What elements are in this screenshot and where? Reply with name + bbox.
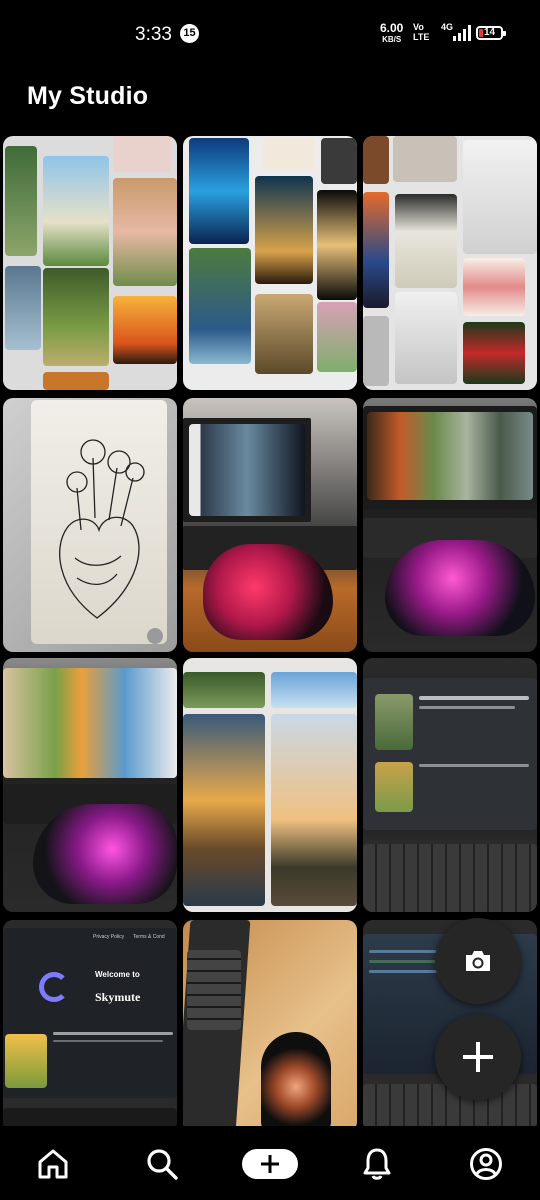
- tile-menu-terms: Terms & Cond: [133, 934, 165, 940]
- status-bar: 3:33 15 6.00 KB/S Vo LTE 4G 14: [0, 0, 540, 70]
- pin-tile[interactable]: [363, 398, 537, 652]
- plus-icon: [463, 1042, 493, 1072]
- pin-tile[interactable]: [3, 658, 177, 912]
- home-icon: [38, 1149, 68, 1179]
- skymute-logo-icon: [39, 972, 69, 1002]
- volte-indicator: Vo LTE: [413, 22, 429, 42]
- notification-count-badge: 15: [180, 24, 199, 43]
- camera-button[interactable]: [435, 918, 521, 1004]
- camera-icon: [466, 951, 490, 971]
- pin-tile[interactable]: [3, 136, 177, 390]
- nav-create[interactable]: [242, 1149, 298, 1179]
- tile-menu-privacy: Privacy Policy: [93, 934, 125, 940]
- tile-welcome-heading: Welcome to: [95, 970, 140, 979]
- nav-notifications[interactable]: [357, 1144, 397, 1184]
- network-speed-unit: KB/S: [382, 35, 402, 44]
- plus-icon: [261, 1155, 279, 1173]
- search-icon: [147, 1149, 178, 1180]
- pin-tile[interactable]: [183, 136, 357, 390]
- pin-tile[interactable]: [363, 136, 537, 390]
- volte-bottom-label: LTE: [413, 32, 430, 42]
- profile-icon: [470, 1148, 502, 1180]
- status-time: 3:33: [135, 24, 172, 45]
- nav-search[interactable]: [142, 1144, 182, 1184]
- volte-top-label: Vo: [413, 22, 424, 32]
- pin-tile[interactable]: [183, 398, 357, 652]
- pin-tile[interactable]: [3, 398, 177, 652]
- page-title: My Studio: [27, 82, 149, 110]
- nav-profile[interactable]: [466, 1144, 506, 1184]
- battery-level: 14: [483, 27, 496, 38]
- pin-tile[interactable]: [363, 658, 537, 912]
- add-pin-button[interactable]: [435, 1014, 521, 1100]
- nav-home[interactable]: [33, 1144, 73, 1184]
- heart-sketch-illustration: [59, 439, 145, 619]
- pin-tile[interactable]: Privacy Policy Terms & Cond Welcome to S…: [3, 920, 177, 1126]
- battery-icon: 14: [476, 26, 506, 40]
- pin-tile[interactable]: [183, 920, 357, 1126]
- bell-icon: [363, 1148, 391, 1180]
- tile-badge-icon: [147, 628, 163, 644]
- tile-brand-name: Skymute: [95, 990, 141, 1004]
- bottom-navigation: [0, 1126, 540, 1200]
- network-speed-value: 6.00: [380, 21, 404, 35]
- pin-tile[interactable]: [183, 658, 357, 912]
- network-speed: 6.00 KB/S: [380, 21, 404, 45]
